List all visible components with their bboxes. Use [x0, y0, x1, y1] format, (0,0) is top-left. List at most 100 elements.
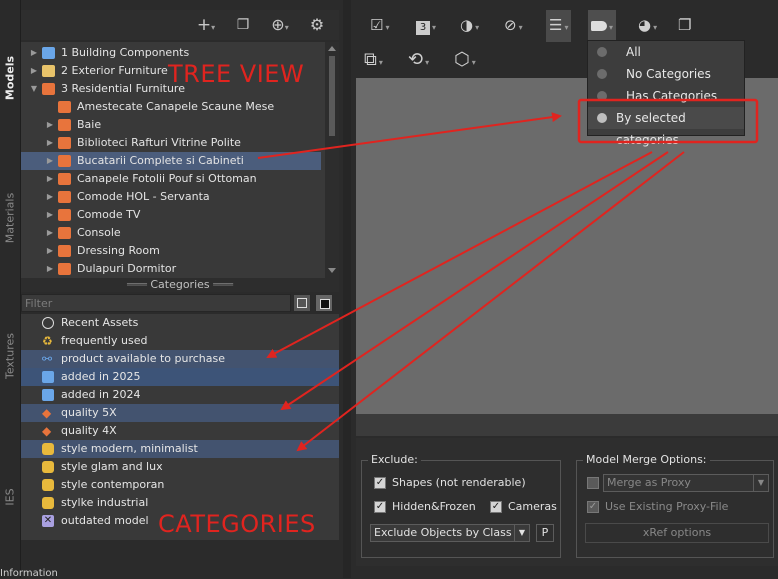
tree-item-selected[interactable]: ▶ Bucatarii Complete si Cabineti: [21, 152, 321, 170]
category-item[interactable]: style glam and lux: [21, 458, 339, 476]
expand-arrow-icon[interactable]: ▶: [45, 206, 55, 224]
visibility-button[interactable]: ⊘ ▾: [504, 10, 523, 43]
category-filter-menu: All No Categories Has Categories By sele…: [587, 40, 745, 147]
hidden-frozen-checkbox[interactable]: ✓: [374, 501, 386, 513]
xref-options-button[interactable]: xRef options: [585, 523, 769, 543]
tree-item-label: Console: [77, 226, 121, 239]
tree-item[interactable]: ▶ Comode HOL - Servanta: [21, 188, 321, 206]
window-button[interactable]: ❐: [231, 10, 255, 40]
tab-ies-label: IES: [3, 488, 17, 506]
cube-sync-icon: ⟲: [408, 49, 424, 70]
category-item[interactable]: added in 2025: [21, 368, 339, 386]
sofa-icon: [42, 83, 55, 95]
share-icon: ⚯: [42, 352, 53, 366]
tree-item[interactable]: ▶ Baie: [21, 116, 321, 134]
globe-button[interactable]: ⊕▾: [265, 10, 295, 43]
tree-item[interactable]: ▶ Biblioteci Rafturi Vitrine Polite: [21, 134, 321, 152]
tree-item[interactable]: ▶ Canapele Fotolii Pouf si Ottoman: [21, 170, 321, 188]
categories-splitter[interactable]: ═══ Categories ═══: [21, 278, 339, 292]
sphere-icon: ◑: [460, 16, 474, 34]
menu-item-by-selected-categories[interactable]: By selected categories: [588, 107, 744, 147]
radio-icon: [597, 47, 607, 57]
render-button[interactable]: ◑ ▾: [460, 10, 479, 43]
recycle-icon: ♻: [42, 334, 53, 348]
menu-item-all[interactable]: All: [588, 41, 744, 63]
copy-window-button[interactable]: ❐: [678, 10, 691, 40]
right-toolbar: ☑ ▾ 3 ▾ ◑ ▾ ⊘ ▾ ☰ ▾ ▾ ◕ ▾ ❐: [356, 10, 778, 43]
tree-item[interactable]: ▶ Dulapuri Dormitor: [21, 260, 321, 278]
tab-materials[interactable]: Materials: [0, 193, 20, 243]
menu-item-has-categories[interactable]: Has Categories: [588, 85, 744, 107]
category-item[interactable]: ⚯ product available to purchase: [21, 350, 339, 368]
collapse-arrow-icon[interactable]: ▼: [29, 80, 39, 98]
cameras-label: Cameras: [508, 500, 557, 513]
categories-header-label: Categories: [150, 278, 210, 291]
tree-item[interactable]: ▶ Dressing Room: [21, 242, 321, 260]
filter-mode-button-1[interactable]: [293, 294, 311, 312]
scroll-down-icon[interactable]: [328, 268, 336, 273]
tree-item-label: Dulapuri Dormitor: [77, 262, 177, 275]
sofa-icon: [58, 173, 71, 185]
sync-objects-button[interactable]: ⟲ ▾: [408, 42, 429, 81]
expand-arrow-icon[interactable]: ▶: [45, 134, 55, 152]
category-filter-button[interactable]: ▾: [588, 10, 617, 43]
pie-button[interactable]: ◕ ▾: [638, 10, 657, 43]
filter-input[interactable]: Filter: [21, 294, 291, 312]
expand-arrow-icon[interactable]: ▶: [45, 188, 55, 206]
category-item[interactable]: style contemporan: [21, 476, 339, 494]
category-item[interactable]: added in 2024: [21, 386, 339, 404]
category-item[interactable]: ◆ quality 4X: [21, 422, 339, 440]
cameras-checkbox[interactable]: ✓: [490, 501, 502, 513]
scroll-up-icon[interactable]: [328, 46, 336, 51]
expand-arrow-icon[interactable]: ▶: [45, 116, 55, 134]
category-item[interactable]: style modern, minimalist: [21, 440, 339, 458]
list-view-button[interactable]: ☰ ▾: [546, 10, 572, 43]
copy-icon: [297, 298, 307, 308]
shapes-checkbox[interactable]: ✓: [374, 477, 386, 489]
use-existing-proxy-label: Use Existing Proxy-File: [605, 500, 729, 513]
category-label: Recent Assets: [61, 316, 139, 329]
menu-item-no-categories[interactable]: No Categories: [588, 63, 744, 85]
merge-as-proxy-select[interactable]: Merge as Proxy ▼: [603, 474, 769, 492]
tree-item-label: 3 Residential Furniture: [61, 82, 185, 95]
expand-arrow-icon[interactable]: ▶: [45, 260, 55, 278]
cube-options-button[interactable]: ⬡ ▾: [454, 42, 476, 81]
category-item[interactable]: ◆ quality 5X: [21, 404, 339, 422]
tab-models[interactable]: Models: [0, 56, 20, 100]
tree-item-label: Canapele Fotolii Pouf si Ottoman: [77, 172, 257, 185]
merge-objects-button[interactable]: ⧉ ▾: [364, 42, 383, 81]
tree-item[interactable]: ▶ Comode TV: [21, 206, 321, 224]
expand-arrow-icon[interactable]: ▶: [45, 170, 55, 188]
exclude-mode-select[interactable]: Exclude Objects by Class ▼: [370, 524, 530, 542]
category-item[interactable]: Recent Assets: [21, 314, 339, 332]
wardrobe-icon: [58, 263, 71, 275]
expand-arrow-icon[interactable]: ▶: [45, 152, 55, 170]
p-button[interactable]: P: [536, 524, 554, 542]
settings-button[interactable]: ⚙: [305, 10, 329, 40]
expand-arrow-icon[interactable]: ▶: [29, 62, 39, 80]
tab-textures[interactable]: Textures: [0, 333, 20, 379]
expand-arrow-icon[interactable]: ▶: [45, 224, 55, 242]
hidden-frozen-label: Hidden&Frozen: [392, 500, 476, 513]
expand-arrow-icon[interactable]: ▶: [45, 242, 55, 260]
add-button[interactable]: +▾: [193, 10, 219, 43]
tree-scrollbar[interactable]: [325, 42, 339, 278]
category-item[interactable]: ♻ frequently used: [21, 332, 339, 350]
tree-item-label: 2 Exterior Furniture: [61, 64, 168, 77]
menu-item-label: By selected categories: [616, 111, 686, 147]
scroll-thumb[interactable]: [329, 56, 335, 136]
expand-arrow-icon[interactable]: ▶: [29, 44, 39, 62]
console-icon: [58, 227, 71, 239]
check-list-button[interactable]: ☑ ▾: [370, 10, 389, 43]
filter-mode-button-2[interactable]: [315, 294, 333, 312]
list-icon: ☰: [549, 16, 563, 34]
tree-item[interactable]: Amestecate Canapele Scaune Mese: [21, 98, 321, 116]
merge-as-proxy-checkbox[interactable]: [587, 477, 599, 489]
use-existing-proxy-checkbox[interactable]: ✓: [587, 501, 599, 513]
panel-splitter[interactable]: [343, 0, 351, 578]
category-label: quality 4X: [61, 424, 117, 437]
tab-ies[interactable]: IES: [0, 487, 20, 507]
tree-item[interactable]: ▶ Console: [21, 224, 321, 242]
calendar-icon: [42, 371, 54, 383]
number-button[interactable]: 3 ▾: [416, 10, 436, 43]
